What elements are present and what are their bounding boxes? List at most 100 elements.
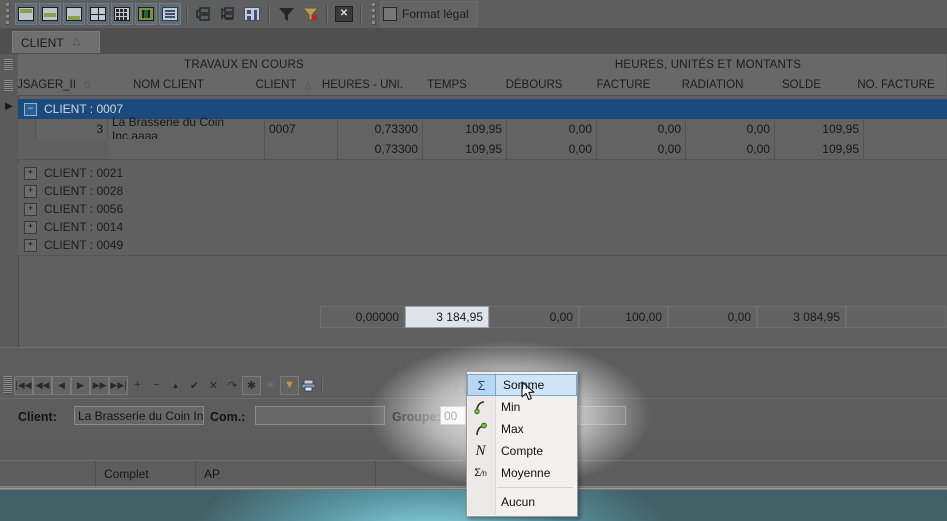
format-legal-checkbox[interactable]: Format légal bbox=[380, 1, 478, 27]
insert-record-button[interactable]: + bbox=[128, 376, 147, 395]
menu-item-max[interactable]: Max bbox=[467, 418, 577, 440]
column-label: RADIATION bbox=[681, 79, 744, 91]
layout-top-band-icon[interactable] bbox=[15, 3, 37, 25]
menu-item-moyenne[interactable]: Σ ⁄n Moyenne bbox=[467, 462, 577, 484]
post-edit-button[interactable]: ✔ bbox=[185, 376, 204, 395]
layout-middle-band-icon[interactable] bbox=[39, 3, 61, 25]
grid-dots-icon[interactable] bbox=[111, 3, 133, 25]
group-by-box-icon[interactable] bbox=[193, 3, 215, 25]
last-record-button[interactable]: ▶▶| bbox=[109, 375, 128, 395]
expand-expander-icon[interactable]: + bbox=[24, 238, 37, 252]
group-row-client-0049[interactable]: + CLIENT : 0049 bbox=[18, 235, 947, 256]
footer-total-no-facture[interactable] bbox=[846, 306, 946, 328]
client-input[interactable]: La Brasserie du Coin Inc.a bbox=[74, 406, 204, 425]
collapse-panel-chevron-icon[interactable]: ‹ bbox=[454, 378, 458, 393]
filter-toggle-button[interactable]: ▼ bbox=[280, 375, 299, 395]
first-record-button[interactable]: |◀◀ bbox=[14, 375, 33, 395]
column-header-radiation[interactable]: RADIATION bbox=[668, 75, 758, 96]
tab-client[interactable]: CLIENT △ bbox=[12, 31, 100, 53]
cell-nom-client[interactable]: La Brasserie du Coin Inc.aaaa bbox=[108, 115, 265, 143]
cell-no-facture[interactable] bbox=[864, 119, 947, 139]
edit-record-button[interactable]: ▲ bbox=[166, 376, 185, 395]
next-page-button[interactable]: ▶▶ bbox=[90, 375, 109, 395]
footer-total-facture[interactable]: 100,00 bbox=[579, 306, 668, 328]
column-header-temps[interactable]: TEMPS bbox=[405, 75, 490, 96]
list-lines-icon[interactable] bbox=[159, 3, 181, 25]
filter-clear-icon[interactable] bbox=[299, 3, 321, 25]
column-label: CLIENT bbox=[255, 79, 297, 91]
cell-temps[interactable]: 109,95 bbox=[423, 119, 507, 139]
grid-quad-icon[interactable] bbox=[87, 3, 109, 25]
grid-gutter bbox=[0, 54, 19, 347]
band-header-heures[interactable]: HEURES, UNITÉS ET MONTANTS bbox=[470, 54, 946, 76]
column-header-no-facture[interactable]: NO. FACTURE bbox=[846, 75, 946, 96]
cell-debours[interactable]: 0,00 bbox=[507, 119, 597, 139]
cell-facture[interactable]: 0,00 bbox=[597, 119, 686, 139]
menu-item-somme[interactable]: Σ Somme bbox=[467, 374, 577, 396]
expand-expander-icon[interactable]: + bbox=[24, 166, 37, 180]
toolbar-separator-3 bbox=[326, 5, 328, 23]
expand-expander-icon[interactable]: + bbox=[24, 184, 37, 198]
select-all-button[interactable]: ✱ bbox=[242, 375, 261, 395]
footer-total-solde[interactable]: 3 084,95 bbox=[757, 306, 846, 328]
menu-item-compte[interactable]: N Compte bbox=[467, 440, 577, 462]
column-header-jsager[interactable]: JSAGER_II ▽ bbox=[17, 75, 91, 96]
column-header-client[interactable]: CLIENT △ bbox=[247, 75, 321, 96]
refresh-button[interactable]: ↷ bbox=[223, 376, 242, 395]
cancel-edit-button[interactable]: ✕ bbox=[204, 376, 223, 395]
column-header-debours[interactable]: DÉBOURS bbox=[489, 75, 580, 96]
format-toolbar-drag-handle[interactable] bbox=[369, 3, 378, 25]
band-header-travaux[interactable]: TRAVAUX EN COURS bbox=[18, 54, 471, 76]
menu-item-aucun[interactable]: Aucun bbox=[467, 491, 577, 513]
toolbar-drag-handle[interactable] bbox=[3, 3, 12, 25]
column-header-nom-client[interactable]: NOM CLIENT bbox=[90, 75, 248, 96]
sort-ascending-icon[interactable]: △ bbox=[304, 80, 311, 91]
footer-total-radiation[interactable]: 0,00 bbox=[668, 306, 757, 328]
first-record-icon: |◀◀ bbox=[15, 379, 32, 390]
menu-item-min[interactable]: Min bbox=[467, 396, 577, 418]
expand-expander-icon[interactable]: + bbox=[24, 220, 37, 234]
menu-item-label: Max bbox=[501, 422, 524, 436]
status-segment-ap: AP bbox=[195, 461, 375, 486]
column-drag-grip[interactable] bbox=[4, 80, 13, 91]
column-header-solde[interactable]: SOLDE bbox=[757, 75, 847, 96]
cell-radiation[interactable]: 0,00 bbox=[686, 119, 775, 139]
column-header-heures-uni[interactable]: HEURES - UNI. bbox=[320, 75, 406, 96]
next-record-button[interactable]: ▶ bbox=[71, 375, 90, 395]
print-button[interactable] bbox=[299, 376, 318, 395]
column-header-facture[interactable]: FACTURE bbox=[579, 75, 669, 96]
toolbar-separator-4 bbox=[360, 5, 362, 23]
fit-width-icon[interactable] bbox=[135, 3, 157, 25]
card-view-icon[interactable] bbox=[241, 3, 263, 25]
format-legal-checkbox-box[interactable] bbox=[383, 7, 397, 21]
group-total-client bbox=[265, 139, 338, 159]
com-input[interactable] bbox=[255, 406, 385, 425]
cell-jsager[interactable]: 3 bbox=[36, 119, 108, 139]
group-total-spacer bbox=[18, 139, 108, 159]
table-row[interactable]: 3 La Brasserie du Coin Inc.aaaa 0007 0,7… bbox=[18, 115, 947, 143]
client-field-label: Client: bbox=[18, 410, 57, 424]
delete-record-button[interactable]: − bbox=[147, 376, 166, 395]
prior-page-button[interactable]: ◀◀ bbox=[33, 375, 52, 395]
close-x-icon[interactable]: ✕ bbox=[333, 3, 355, 25]
group-row-label: CLIENT : 0056 bbox=[44, 202, 124, 216]
expand-expander-icon[interactable]: + bbox=[24, 202, 37, 216]
tree-outline-icon[interactable] bbox=[217, 3, 239, 25]
navigator-drag-handle[interactable] bbox=[3, 376, 12, 394]
filter-icon[interactable] bbox=[275, 3, 297, 25]
band-drag-grip[interactable] bbox=[4, 59, 13, 70]
extra-input[interactable] bbox=[578, 406, 626, 425]
groupe-input[interactable]: 00 bbox=[440, 406, 466, 425]
footer-total-heures-uni[interactable]: 0,00000 bbox=[320, 306, 405, 328]
cell-heures-uni[interactable]: 0,73300 bbox=[338, 119, 423, 139]
clear-selection-button[interactable]: ✳ bbox=[261, 376, 280, 395]
cell-client[interactable]: 0007 bbox=[265, 119, 338, 139]
prior-record-button[interactable]: ◀ bbox=[52, 375, 71, 395]
cell-solde[interactable]: 109,95 bbox=[775, 119, 864, 139]
footer-total-debours[interactable]: 0,00 bbox=[489, 306, 579, 328]
layout-bottom-band-icon[interactable] bbox=[63, 3, 85, 25]
collapse-expander-icon[interactable]: − bbox=[24, 102, 37, 116]
next-page-icon: ▶▶ bbox=[92, 379, 107, 390]
footer-total-temps[interactable]: 3 184,95 bbox=[405, 306, 489, 328]
sort-ascending-icon[interactable]: △ bbox=[73, 36, 81, 47]
